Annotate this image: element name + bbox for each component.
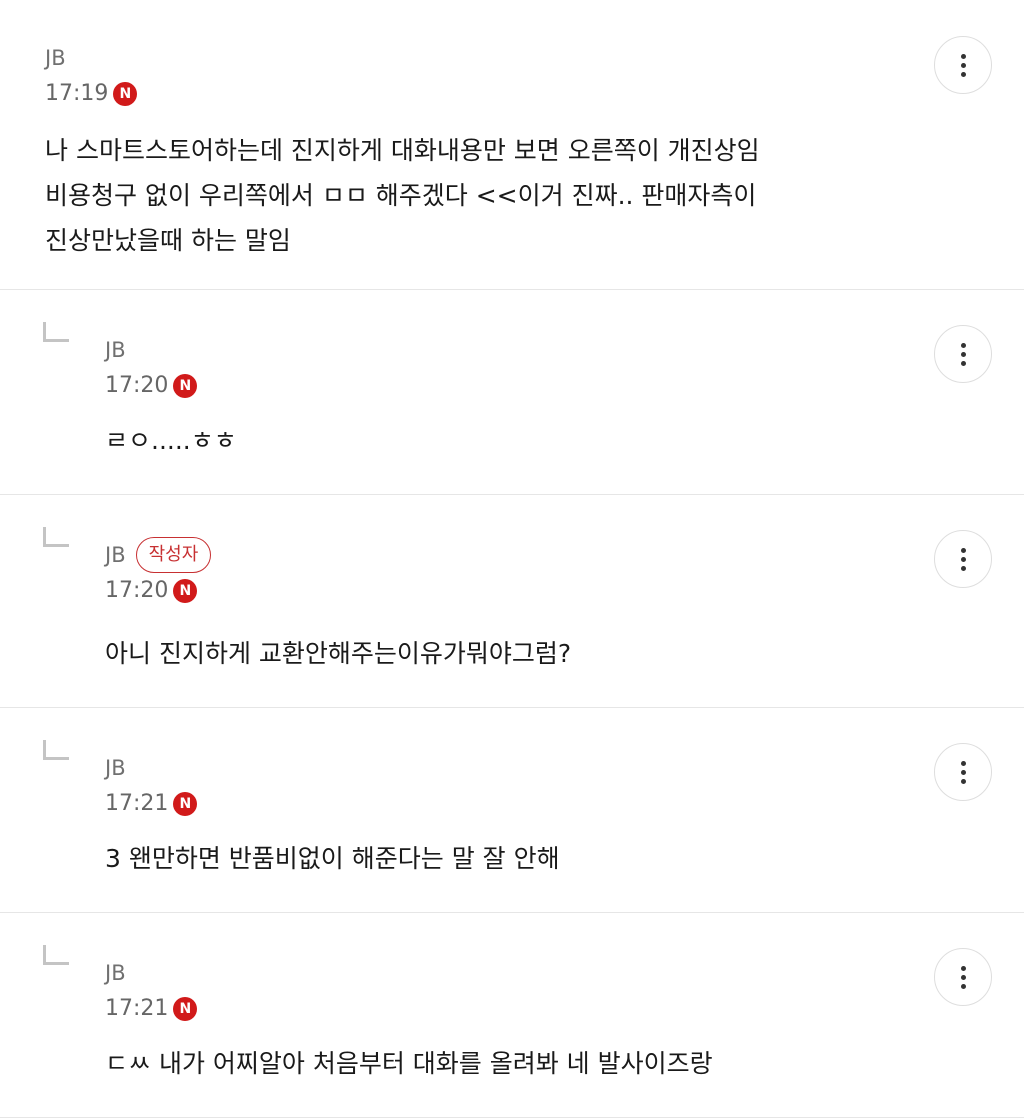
comment-author[interactable]: JB — [105, 539, 126, 571]
more-vertical-icon — [960, 547, 966, 571]
reply-item: JB 17:20 N ㄹㅇ.....ㅎㅎ — [0, 290, 1024, 495]
writer-badge: 작성자 — [135, 537, 212, 573]
reply-item: JB 작성자 17:20 N 아니 진지하게 교환안해주는이유가뭐야그럼? — [0, 495, 1024, 708]
reply-arrow-icon — [43, 740, 69, 760]
more-vertical-icon — [960, 760, 966, 784]
comment-time: 17:20 — [105, 578, 169, 603]
naver-n-icon: N — [113, 82, 138, 106]
comment-text: ㄷㅆ 내가 어찌알아 처음부터 대화를 올려봐 네 발사이즈랑 — [105, 1049, 713, 1078]
comment-time: 17:21 — [105, 791, 169, 816]
naver-n-icon: N — [173, 374, 198, 398]
comment-time: 17:19 — [45, 81, 109, 106]
comment-text: ㄹㅇ.....ㅎㅎ — [105, 426, 237, 455]
comment-meta: JB 17:21 N — [105, 752, 198, 820]
naver-n-icon: N — [173, 579, 198, 603]
comment-meta: JB 17:21 N — [105, 957, 198, 1025]
reply-arrow-icon — [43, 527, 69, 547]
comment-text: 3 왠만하면 반품비없이 해준다는 말 잘 안해 — [105, 844, 560, 873]
naver-n-icon: N — [173, 997, 198, 1021]
more-vertical-icon — [960, 53, 966, 77]
comment-meta: JB 작성자 17:20 N — [105, 537, 212, 607]
comment-meta: JB 17:19 N — [45, 42, 138, 110]
comment-author[interactable]: JB — [105, 752, 126, 784]
comment-time: 17:21 — [105, 996, 169, 1021]
comment-time: 17:20 — [105, 373, 169, 398]
comment-author[interactable]: JB — [105, 334, 126, 366]
more-options-button[interactable] — [934, 743, 992, 801]
reply-item: JB 17:21 N ㄷㅆ 내가 어찌알아 처음부터 대화를 올려봐 네 발사이… — [0, 913, 1024, 1118]
comment-item: JB 17:19 N 나 스마트스토어하는데 진지하게 대화내용만 보면 오른쪽… — [0, 0, 1024, 290]
comment-author[interactable]: JB — [105, 957, 126, 989]
more-vertical-icon — [960, 965, 966, 989]
comment-text: 아니 진지하게 교환안해주는이유가뭐야그럼? — [105, 639, 572, 668]
comment-meta: JB 17:20 N — [105, 334, 198, 402]
reply-item: JB 17:21 N 3 왠만하면 반품비없이 해준다는 말 잘 안해 — [0, 708, 1024, 913]
reply-arrow-icon — [43, 322, 69, 342]
more-vertical-icon — [960, 342, 966, 366]
more-options-button[interactable] — [934, 530, 992, 588]
more-options-button[interactable] — [934, 36, 992, 94]
naver-n-icon: N — [173, 792, 198, 816]
reply-arrow-icon — [43, 945, 69, 965]
comment-text: 나 스마트스토어하는데 진지하게 대화내용만 보면 오른쪽이 개진상임 비용청구… — [45, 136, 760, 255]
more-options-button[interactable] — [934, 948, 992, 1006]
comment-author[interactable]: JB — [45, 42, 66, 74]
more-options-button[interactable] — [934, 325, 992, 383]
